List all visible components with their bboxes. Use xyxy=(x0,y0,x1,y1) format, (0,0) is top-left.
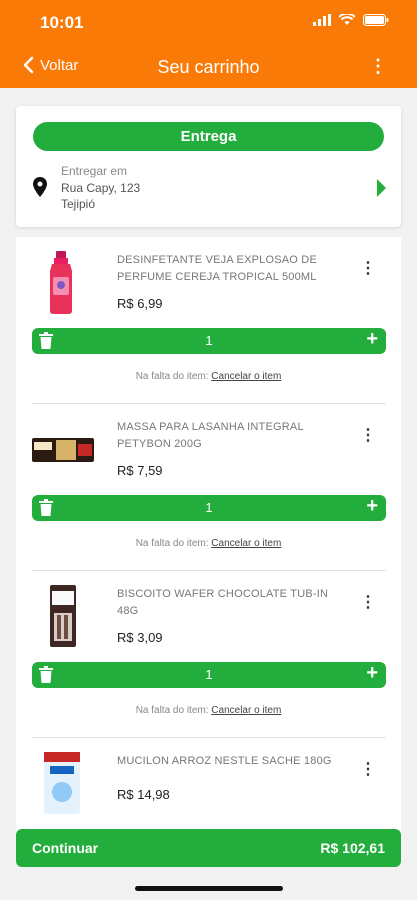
substitution-note: Na falta do item: Cancelar o item xyxy=(16,371,401,382)
quantity-value: 1 xyxy=(205,667,213,682)
product-price: R$ 3,09 xyxy=(117,630,163,645)
product-name: DESINFETANTE VEJA EXPLOSAO DE PERFUME CE… xyxy=(117,254,317,283)
chevron-right-icon[interactable] xyxy=(377,179,386,197)
delivery-card: Entrega Entregar em Rua Capy, 123 Tejipi… xyxy=(16,106,401,227)
cart-total: R$ 102,61 xyxy=(320,840,385,856)
cart-item: DESINFETANTE VEJA EXPLOSAO DE PERFUME CE… xyxy=(16,237,401,404)
quantity-value: 1 xyxy=(205,333,213,348)
item-options-icon[interactable]: ⋮ xyxy=(360,759,376,779)
product-name: BISCOITO WAFER CHOCOLATE TUB-IN 48G xyxy=(117,588,329,617)
cart-list: DESINFETANTE VEJA EXPLOSAO DE PERFUME CE… xyxy=(16,237,401,837)
quantity-stepper: 1 + xyxy=(32,328,386,354)
substitution-note: Na falta do item: Cancelar o item xyxy=(16,538,401,549)
wifi-icon xyxy=(339,14,355,25)
quantity-value: 1 xyxy=(205,500,213,515)
status-icons xyxy=(313,14,389,26)
product-image xyxy=(32,438,94,462)
substitution-note: Na falta do item: Cancelar o item xyxy=(16,705,401,716)
cancel-item-link[interactable]: Cancelar o item xyxy=(211,705,281,716)
quantity-stepper: 1 + xyxy=(32,662,386,688)
cancel-item-link[interactable]: Cancelar o item xyxy=(211,371,281,382)
quantity-stepper: 1 + xyxy=(32,495,386,521)
cart-item: BISCOITO WAFER CHOCOLATE TUB-IN 48G R$ 3… xyxy=(16,571,401,738)
continue-button[interactable]: Continuar R$ 102,61 xyxy=(16,829,401,867)
product-image xyxy=(50,251,72,314)
product-name: MASSA PARA LASANHA INTEGRAL PETYBON 200G xyxy=(117,421,304,450)
product-price: R$ 6,99 xyxy=(117,296,163,311)
signal-icon xyxy=(313,14,331,26)
plus-icon[interactable]: + xyxy=(366,328,378,351)
cancel-item-link[interactable]: Cancelar o item xyxy=(211,538,281,549)
product-image xyxy=(44,752,80,814)
substitution-label: Na falta do item: xyxy=(135,538,209,549)
product-image xyxy=(50,585,76,647)
cart-item: MUCILON ARROZ NESTLE SACHE 180G R$ 14,98… xyxy=(16,738,401,837)
continue-label: Continuar xyxy=(32,840,99,856)
cart-item: MASSA PARA LASANHA INTEGRAL PETYBON 200G… xyxy=(16,404,401,571)
app-header: 10:01 Voltar Seu carrinho ⋮ xyxy=(0,0,417,88)
delivery-mode-button[interactable]: Entrega xyxy=(33,122,384,151)
address-label: Entregar em xyxy=(61,164,128,178)
address-street: Rua Capy, 123 xyxy=(61,181,141,195)
plus-icon[interactable]: + xyxy=(366,662,378,685)
substitution-label: Na falta do item: xyxy=(135,371,209,382)
page-title: Seu carrinho xyxy=(157,57,260,77)
product-name: MUCILON ARROZ NESTLE SACHE 180G xyxy=(117,755,332,767)
battery-icon xyxy=(363,14,389,26)
address-district: Tejipió xyxy=(61,197,96,211)
product-price: R$ 14,98 xyxy=(117,787,170,802)
product-price: R$ 7,59 xyxy=(117,463,163,478)
more-options-icon[interactable]: ⋮ xyxy=(369,56,387,77)
location-pin-icon xyxy=(33,177,47,197)
item-options-icon[interactable]: ⋮ xyxy=(360,425,376,445)
home-indicator[interactable] xyxy=(135,886,283,891)
item-options-icon[interactable]: ⋮ xyxy=(360,592,376,612)
substitution-label: Na falta do item: xyxy=(135,705,209,716)
plus-icon[interactable]: + xyxy=(366,495,378,518)
item-options-icon[interactable]: ⋮ xyxy=(360,258,376,278)
status-time: 10:01 xyxy=(40,13,84,32)
